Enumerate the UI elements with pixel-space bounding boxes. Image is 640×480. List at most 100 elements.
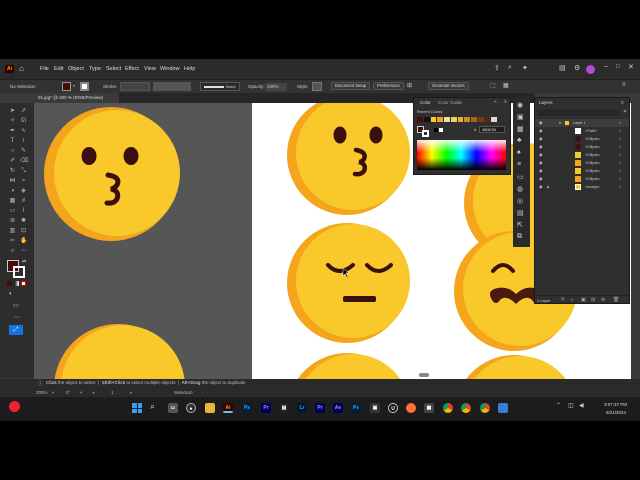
minimize-icon[interactable]: – [604,63,608,70]
graphic-styles-icon[interactable]: ▤ [517,209,524,217]
photoshop-icon[interactable]: Ps [242,403,252,413]
properties-icon[interactable]: ◉ [517,101,523,109]
black-swatch[interactable] [434,128,438,132]
discover-icon[interactable]: ✦ [522,64,528,72]
stroke-weight-field[interactable] [120,82,150,91]
search-icon[interactable]: ⌕ [150,401,155,412]
scale-tool-icon[interactable]: ⤡ [20,168,27,175]
rotation-field[interactable]: 0° [66,390,70,395]
transform-icon[interactable]: ⬚ [490,82,496,89]
panel-close-icon[interactable]: « [494,99,497,105]
chevron-down-icon[interactable]: ▾ [80,390,82,396]
weather-icon[interactable] [9,401,20,412]
visibility-icon[interactable]: ◉ [539,151,542,159]
avatar[interactable] [586,65,595,74]
unreal-icon[interactable]: U [388,403,398,413]
layer-row[interactable]: ◉ <Ellipse> ○ [535,159,629,167]
target-icon[interactable]: ○ [619,127,621,135]
prev-artboard-icon[interactable]: ◂ [92,390,94,396]
menu-help[interactable]: Help [184,66,195,72]
maximize-icon[interactable]: □ [616,64,620,70]
network-icon[interactable]: ◫ [568,402,574,409]
visibility-icon[interactable]: ◉ [539,183,542,191]
premiere-icon[interactable]: Pr [261,403,271,413]
layer-row-parent[interactable]: ◉ ▾ Layer 1 ○ [535,119,629,127]
selection-tool-icon[interactable]: ➤ [9,108,16,115]
hand-tool-icon[interactable]: ✋ [20,238,27,245]
lightroom-icon[interactable]: Lr [297,403,307,413]
menu-window[interactable]: Window [160,66,180,72]
line-tool-icon[interactable]: / [20,138,27,145]
swatch[interactable] [477,117,484,122]
stroke-panel-icon[interactable]: ≡ [517,161,521,168]
artboard-tool-icon[interactable]: ⊡ [20,228,27,235]
zoom-field[interactable]: 200% [36,390,48,395]
kiss-emoji[interactable] [287,103,410,215]
menu-view[interactable]: View [144,66,156,72]
more-tools-icon[interactable]: ⋯ [14,314,20,321]
recent-swatches[interactable] [417,117,497,122]
chrome-3-icon[interactable] [480,403,490,413]
type-tool-icon[interactable]: T [9,138,16,145]
gradient-panel-icon[interactable]: ▭ [517,173,524,181]
stroke-swatch[interactable] [80,82,89,91]
grid-app-icon[interactable]: ▦ [424,403,434,413]
target-icon[interactable]: ○ [619,143,621,151]
after-effects-icon[interactable]: Ae [333,403,343,413]
rotate-tool-icon[interactable]: ↻ [9,168,16,175]
menu-select[interactable]: Select [106,66,121,72]
eraser-tool-icon[interactable]: ⌫ [20,158,28,165]
panel-stroke-box[interactable] [422,130,429,137]
target-icon[interactable]: ○ [619,151,621,159]
delete-layer-icon[interactable]: 🗑︎ [613,297,619,303]
visibility-icon[interactable]: ◉ [539,167,542,175]
lock-icon[interactable]: 🔒︎ [547,183,549,191]
symbols-icon[interactable]: ♠ [517,149,521,156]
photoshop-2-icon[interactable]: Ps [351,403,361,413]
draw-mode-icon[interactable]: ◐ [9,291,13,297]
sleepy-emoji[interactable] [287,223,410,343]
tab-color[interactable]: Color [420,100,431,105]
chrome-icon[interactable] [443,403,453,413]
swatch[interactable] [484,117,491,122]
swatch[interactable] [437,117,443,122]
tray-chevron-icon[interactable]: ⌃ [556,402,561,409]
visibility-icon[interactable]: ◉ [539,175,542,183]
swatch[interactable] [417,117,423,122]
home-icon[interactable]: ⌂ [19,64,24,73]
visibility-icon[interactable]: ◉ [539,143,542,151]
lasso-icon[interactable]: ᘏ [20,118,27,125]
gradient-mode-icon[interactable] [14,281,19,286]
swatch[interactable] [444,117,450,122]
layer-item-name[interactable]: <Ellipse> [585,151,601,159]
document-setup-button[interactable]: Document Setup [331,82,371,90]
chrome-2-icon[interactable] [461,403,471,413]
layer-row[interactable]: ◉ <Ellipse> ○ [535,143,629,151]
page-field[interactable]: 1 [111,390,114,395]
visibility-icon[interactable]: ◉ [539,119,542,127]
illustrator-taskbar-icon[interactable]: Ai [223,403,233,413]
layer-row[interactable]: ◉ 🔒︎ <Image> ○ [535,183,629,191]
artboards-icon[interactable]: ⧉ [517,233,522,241]
active-tool-icon[interactable]: ⤢ [9,325,23,335]
clipping-mask-icon[interactable]: ▣ [581,297,586,303]
swap-colors-icon[interactable]: ⇄ [22,259,26,265]
transparency-icon[interactable]: ◍ [517,185,523,193]
white-swatch[interactable] [439,128,443,132]
menu-icon[interactable]: ≡ [622,82,626,88]
libraries-icon[interactable]: ▣ [517,113,524,121]
gradient-tool-icon[interactable]: ▭ [9,208,16,215]
swatches-icon[interactable]: ▦ [517,125,524,133]
menu-file[interactable]: File [40,66,49,72]
panel-menu-icon[interactable]: ≡ [621,100,624,106]
stroke-color-box[interactable] [13,266,25,278]
visibility-icon[interactable]: ◉ [539,159,542,167]
mesh-tool-icon[interactable]: # [20,198,27,205]
swatch[interactable] [491,117,497,122]
kiss-emoji-left[interactable] [44,107,180,241]
export-icon[interactable]: ⇱ [517,221,523,229]
next-artboard-icon[interactable]: ▸ [130,390,132,396]
settings-icon[interactable]: ⚙ [574,64,580,72]
edit-toolbar-icon[interactable]: ⋯ [20,248,27,255]
clock-time[interactable]: 3:07:37 PM [604,402,627,407]
